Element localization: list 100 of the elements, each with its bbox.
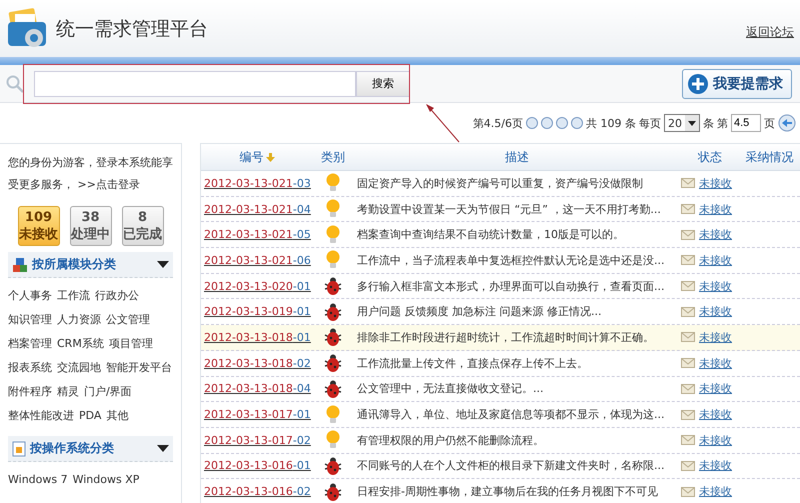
description-cell-text: 档案查询中查询结果不自动统计数量，10版是可以的。 — [356, 227, 625, 242]
envelope-icon — [681, 332, 695, 342]
request-id-link[interactable]: 2012-03-13-018-02 — [201, 356, 313, 370]
blocks-icon — [12, 256, 28, 272]
request-id-link[interactable]: 2012-03-13-016-01 — [201, 459, 313, 472]
category-link[interactable]: CRM系统 — [57, 332, 104, 356]
back-to-forum-link[interactable]: 返回论坛 — [746, 24, 794, 41]
status-link[interactable]: 未接收 — [699, 458, 732, 474]
login-link[interactable]: >>点击登录 — [78, 178, 140, 191]
per-page-select[interactable]: 20 — [664, 114, 700, 132]
status-counter[interactable]: 109 未接收 — [18, 206, 60, 246]
light-bulb-icon — [326, 173, 340, 194]
category-header[interactable]: 按所属模块分类 — [8, 252, 173, 278]
goto-label: 第 — [717, 116, 728, 130]
dropdown-triangle-icon[interactable] — [157, 445, 169, 452]
category-link[interactable]: 交流园地 — [57, 356, 101, 380]
category-link[interactable]: Windows XP — [72, 468, 140, 492]
status-link[interactable]: 未接收 — [699, 252, 732, 268]
status-link[interactable]: 未接收 — [699, 278, 732, 294]
status-link[interactable]: 未接收 — [699, 356, 732, 371]
envelope-icon — [681, 410, 695, 420]
app-title: 统一需求管理平台 — [56, 16, 209, 42]
status-counter[interactable]: 38 处理中 — [70, 206, 112, 246]
search-icon — [6, 74, 24, 92]
column-header: 编号 — [201, 148, 313, 166]
request-id-link[interactable]: 2012-03-13-018-01 — [201, 330, 313, 344]
description-cell-text: 固定资产导入的时候资产编号可以重复，资产编号没做限制 — [356, 176, 644, 191]
next-page-button[interactable] — [556, 117, 568, 129]
status-link[interactable]: 未接收 — [699, 304, 732, 320]
category-link[interactable]: 其他 — [106, 404, 128, 428]
plus-icon — [687, 72, 709, 94]
request-id-link[interactable]: 2012-03-13-021-04 — [201, 202, 313, 216]
search-button[interactable]: 搜索 — [356, 70, 410, 96]
description-cell-text: 工作流中，当子流程表单中复选框控件默认无论是选中还是没... — [356, 252, 666, 268]
ladybug-icon — [323, 378, 343, 399]
first-page-button[interactable] — [526, 117, 538, 129]
category-link[interactable]: 附件程序 — [8, 380, 52, 404]
status-link[interactable]: 未接收 — [699, 330, 732, 345]
document-icon — [12, 440, 26, 456]
envelope-icon — [681, 255, 695, 266]
envelope-icon — [681, 435, 695, 446]
request-id-link[interactable]: 2012-03-13-021-03 — [201, 176, 313, 190]
go-arrow-button[interactable] — [778, 114, 796, 132]
dropdown-triangle-icon[interactable] — [157, 261, 169, 268]
page-number-field[interactable]: 4.5 — [731, 114, 761, 132]
request-id-link[interactable]: 2012-03-13-017-02 — [201, 434, 313, 447]
status-link[interactable]: 未接收 — [699, 227, 732, 242]
category-link[interactable]: 行政办公 — [95, 284, 139, 308]
request-id-link[interactable]: 2012-03-13-019-01 — [201, 305, 313, 318]
category-link[interactable]: 人力资源 — [57, 308, 101, 332]
ladybug-icon — [323, 353, 343, 374]
category-link[interactable]: 报表系统 — [8, 356, 52, 380]
status-link[interactable]: 未接收 — [699, 381, 732, 396]
description-cell-text: 有管理权限的用户仍然不能删除流程。 — [356, 432, 545, 448]
category-link[interactable]: 档案管理 — [8, 332, 52, 356]
page-unit-label: 页 — [764, 116, 775, 130]
category-link[interactable]: 项目管理 — [108, 332, 153, 356]
category-link[interactable]: 精灵 — [57, 380, 79, 404]
request-id-link[interactable]: 2012-03-13-021-06 — [201, 254, 313, 267]
category-link[interactable]: PDA — [79, 404, 102, 428]
status-link[interactable]: 未接收 — [699, 202, 732, 217]
envelope-icon — [681, 281, 695, 292]
column-header: 描述 — [504, 148, 530, 166]
status-counter[interactable]: 8 已完成 — [122, 206, 164, 246]
status-link[interactable]: 未接收 — [699, 432, 732, 448]
previous-page-button[interactable] — [541, 117, 553, 129]
category-link[interactable]: Windows 7 — [8, 468, 68, 492]
category-link[interactable]: 知识管理 — [8, 308, 52, 332]
light-bulb-icon — [326, 224, 340, 245]
category-link[interactable]: 个人事务 — [8, 284, 52, 308]
page-info: 第4.5/6页 — [472, 116, 523, 130]
description-cell-text: 公文管理中，无法直接做收文登记。... — [356, 381, 544, 396]
envelope-icon — [681, 178, 695, 188]
request-id-link[interactable]: 2012-03-13-021-05 — [201, 228, 313, 242]
description-cell-text: 用户问题 反馈频度 加急标注 问题来源 修正情况... — [356, 304, 602, 320]
column-header: 采纳情况 — [744, 148, 794, 166]
status-link[interactable]: 未接收 — [699, 176, 732, 191]
category-link[interactable]: 工作流 — [57, 284, 90, 308]
light-bulb-icon — [326, 404, 340, 425]
request-id-link[interactable]: 2012-03-13-018-04 — [201, 382, 313, 396]
new-request-button[interactable]: 我要提需求 — [682, 68, 792, 98]
light-bulb-icon — [326, 199, 340, 220]
request-id-link[interactable]: 2012-03-13-017-01 — [201, 408, 313, 422]
envelope-icon — [681, 358, 695, 368]
search-field[interactable] — [34, 70, 356, 96]
ladybug-icon — [323, 327, 343, 348]
description-cell-text: 日程安排-周期性事物，建立事物后在我的任务月视图下不可见 — [356, 484, 659, 500]
category-link[interactable]: 整体性能改进 — [8, 404, 74, 428]
category-link[interactable]: 公文管理 — [106, 308, 150, 332]
request-id-link[interactable]: 2012-03-13-016-02 — [201, 485, 313, 498]
description-cell-text: 排除非工作时段进行超时统计，工作流超时时间计算不正确。 — [356, 330, 655, 345]
category-link[interactable]: 门户/界面 — [84, 380, 132, 404]
envelope-icon — [681, 204, 695, 214]
category-header[interactable]: 按操作系统分类 — [8, 436, 173, 462]
light-bulb-icon — [326, 430, 340, 450]
category-link[interactable]: 智能开发平台 — [106, 356, 172, 380]
last-page-button[interactable] — [571, 117, 583, 129]
request-id-link[interactable]: 2012-03-13-020-01 — [201, 280, 313, 293]
status-link[interactable]: 未接收 — [699, 484, 732, 500]
status-link[interactable]: 未接收 — [699, 407, 732, 422]
